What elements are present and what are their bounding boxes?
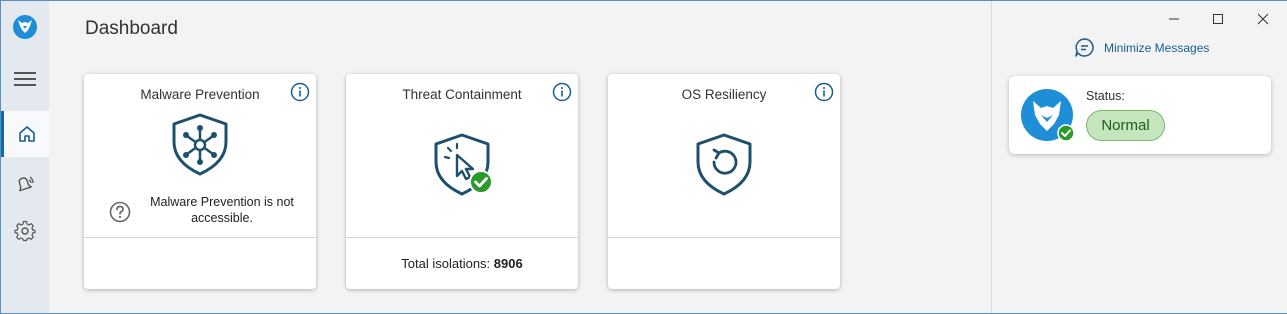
card-divider: [608, 237, 840, 238]
status-card: Status: Normal: [1009, 76, 1271, 154]
question-icon: [109, 201, 131, 223]
left-nav-rail: [1, 1, 49, 313]
card-divider: [84, 237, 316, 238]
minimize-messages-label: Minimize Messages: [1104, 40, 1210, 55]
card-title: Threat Containment: [402, 87, 522, 102]
menu-icon: [14, 72, 36, 86]
chat-icon: [1075, 38, 1094, 57]
menu-button[interactable]: [1, 56, 49, 102]
status-message: Malware Prevention is not accessible.: [109, 194, 304, 226]
info-button[interactable]: [814, 82, 834, 102]
threat-containment-card[interactable]: Threat Containment Total isolations: 890…: [346, 74, 578, 289]
card-title: OS Resiliency: [681, 87, 767, 102]
status-avatar: [1021, 89, 1075, 142]
app-window: Dashboard Malware Prevention Malware Pre…: [0, 0, 1287, 314]
info-button[interactable]: [290, 82, 310, 102]
info-icon: [814, 82, 834, 102]
status-badge: Normal: [1086, 110, 1165, 141]
isolations-label: Total isolations:: [401, 256, 491, 271]
card-footer: Total isolations: 8906: [346, 256, 578, 271]
os-resiliency-card[interactable]: OS Resiliency: [608, 74, 840, 289]
shield-cursor-icon: [434, 133, 493, 196]
info-icon: [552, 82, 572, 102]
info-button[interactable]: [552, 82, 572, 102]
check-icon: [1057, 124, 1075, 142]
nav-notifications[interactable]: [1, 161, 49, 207]
nav-settings[interactable]: [1, 208, 49, 254]
page-title: Dashboard: [85, 18, 178, 39]
minimize-icon: [1169, 18, 1179, 20]
app-logo-icon: [13, 15, 37, 39]
minimize-window-button[interactable]: [1163, 9, 1185, 29]
notifications-icon: [18, 176, 34, 192]
maximize-icon: [1213, 14, 1223, 24]
message-text: Malware Prevention is not accessible.: [150, 195, 294, 225]
status-label: Status:: [1086, 89, 1125, 103]
malware-prevention-card[interactable]: Malware Prevention Malware Prevention is…: [84, 74, 316, 289]
shield-restore-icon: [696, 133, 752, 196]
card-divider: [346, 237, 578, 238]
minimize-messages-button[interactable]: Minimize Messages: [1074, 37, 1209, 58]
card-title: Malware Prevention: [140, 87, 260, 102]
shield-network-icon: [172, 113, 228, 176]
maximize-window-button[interactable]: [1207, 9, 1229, 29]
close-icon: [1257, 13, 1269, 25]
home-icon: [18, 126, 35, 142]
messages-pane: Minimize Messages Status: Normal: [991, 1, 1287, 313]
nav-home[interactable]: [1, 111, 49, 157]
close-window-button[interactable]: [1252, 9, 1274, 29]
settings-icon: [14, 220, 36, 242]
isolations-count: 8906: [493, 256, 523, 271]
info-icon: [290, 82, 310, 102]
